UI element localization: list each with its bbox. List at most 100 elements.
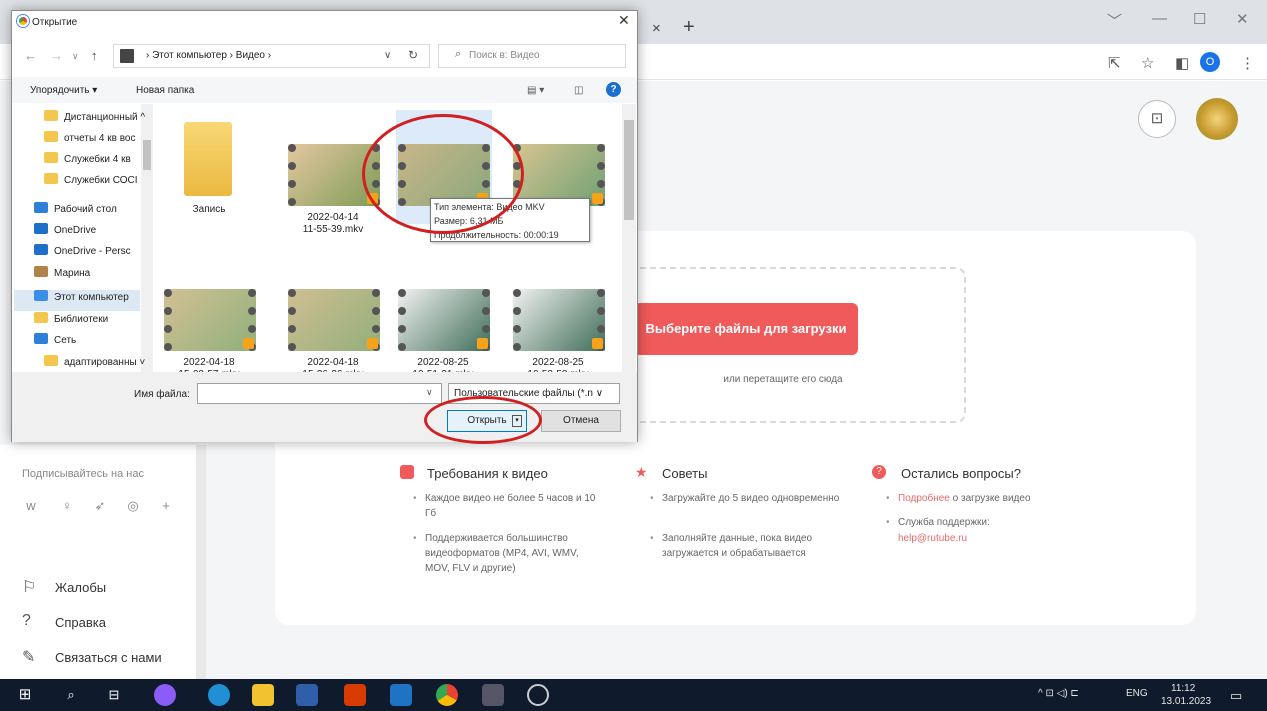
browser-menu-icon[interactable]: ⋮ (1240, 54, 1255, 72)
explorer-icon[interactable] (252, 684, 274, 706)
tab-search-icon[interactable]: ﹀ (1107, 10, 1122, 31)
folder-icon (184, 122, 232, 196)
question-icon: ? (872, 465, 886, 479)
avatar[interactable] (1196, 98, 1238, 140)
maximize-button[interactable]: ☐ (1193, 10, 1206, 28)
tip-item: Загружайте до 5 видео одновременно (650, 491, 842, 506)
forward-arrow-icon[interactable]: → (50, 48, 63, 63)
language-indicator[interactable]: ENG (1126, 688, 1148, 699)
help-icon: ? (22, 612, 31, 629)
subscribe-label: Подписывайтесь на нас (22, 468, 144, 480)
breadcrumb[interactable]: › Этот компьютер › Видео › (146, 50, 271, 61)
menu-help[interactable]: Справка (55, 615, 106, 630)
refresh-icon[interactable]: ↻ (408, 48, 418, 62)
requirements-title: Требования к видео (427, 466, 548, 481)
file-item[interactable]: 2022-04-18 15-36-26.mkv (278, 265, 388, 380)
recent-dropdown-icon[interactable]: ∨ (72, 51, 79, 62)
more-social-icon[interactable]: + (157, 498, 175, 513)
sidebar-item-label: Дистанционный ^ (64, 112, 146, 123)
sidebar-item-label: Служебки СОСІ (64, 175, 138, 186)
sidebar-item-10[interactable]: Сеть (34, 333, 158, 354)
share-icon[interactable]: ⇱ (1108, 54, 1121, 72)
folder-icon (44, 152, 58, 163)
office-icon[interactable] (344, 684, 366, 706)
folder-icon (34, 244, 48, 255)
annotation-circle (362, 114, 524, 234)
mail-icon[interactable] (390, 684, 412, 706)
bookmark-star-icon[interactable]: ☆ (1141, 54, 1154, 72)
sidebar-item-9[interactable]: Библиотеки (34, 312, 158, 333)
sidebar-item-0[interactable]: Дистанционный ^ (44, 110, 168, 131)
more-link[interactable]: Подробнее (898, 493, 950, 504)
sidebar-scrollbar[interactable] (196, 445, 206, 685)
new-tab-button[interactable]: + (683, 16, 695, 39)
folder-icon (34, 333, 48, 344)
chrome-icon[interactable] (436, 684, 458, 706)
file-item[interactable]: 2022-08-25 10-51-31.mkv (388, 265, 498, 380)
back-arrow-icon[interactable]: ← (24, 48, 37, 63)
minimize-button[interactable]: — (1152, 10, 1167, 27)
organize-button[interactable]: Упорядочить ▾ (30, 85, 97, 96)
requirement-item: Поддерживается большинство видеоформатов… (413, 531, 605, 576)
tips-title: Советы (662, 466, 708, 481)
play-badge-icon (243, 338, 254, 349)
file-name: 2022-04-14 11-55-39.mkv (302, 212, 364, 235)
profile-avatar[interactable]: O (1200, 52, 1220, 72)
dialog-close-button[interactable]: ✕ (618, 12, 630, 29)
sidebar-item-label: Сеть (54, 335, 77, 346)
cancel-button[interactable]: Отмена (541, 410, 621, 432)
search-icon[interactable]: ⌕ (60, 684, 82, 706)
tab-close-button[interactable]: × (652, 20, 661, 37)
sidebar-item-1[interactable]: отчеты 4 кв вос (44, 131, 168, 152)
edge-icon[interactable] (208, 684, 230, 706)
sidebar-item-6[interactable]: OneDrive - Persc (34, 244, 158, 265)
task-view-icon[interactable]: ⊟ (103, 684, 125, 706)
obs-icon[interactable] (527, 684, 549, 706)
notifications-icon[interactable]: ▭ (1230, 688, 1242, 704)
up-arrow-icon[interactable]: ↑ (91, 48, 98, 63)
store-icon[interactable] (296, 684, 318, 706)
sidebar-item-5[interactable]: OneDrive (34, 223, 158, 244)
sidebar-item-4[interactable]: Рабочий стол (34, 202, 158, 223)
filename-input[interactable] (197, 383, 442, 404)
vk-icon[interactable]: ᴡ (22, 498, 40, 513)
pen-icon: ✎ (22, 649, 36, 666)
help-icon[interactable]: ? (606, 82, 621, 97)
sidebar-item-label: Библиотеки (54, 314, 109, 325)
side-panel-icon[interactable]: ◧ (1175, 54, 1189, 72)
play-badge-icon (592, 193, 603, 204)
file-item[interactable]: 2022-04-18 15-03-57.mkv (154, 265, 264, 380)
menu-contact[interactable]: Связаться с нами (55, 650, 162, 665)
choose-files-button[interactable]: Выберите файлы для загрузки (634, 303, 858, 355)
alice-icon[interactable] (154, 684, 176, 706)
chrome-icon (17, 15, 29, 27)
chevron-down-icon[interactable]: ∨ (384, 50, 391, 61)
file-item[interactable]: Запись (154, 120, 264, 230)
search-placeholder: Поиск в: Видео (469, 50, 540, 61)
tray-icons[interactable]: ^ ⊡ ◁) ⊏ (1038, 688, 1079, 699)
sidebar-item-7[interactable]: Марина (34, 266, 158, 287)
app-icon[interactable] (482, 684, 504, 706)
sidebar-item-2[interactable]: Служебки 4 кв (44, 152, 168, 173)
sidebar-item-3[interactable]: Служебки СОСІ (44, 173, 168, 194)
close-window-button[interactable]: ✕ (1236, 10, 1249, 28)
start-icon[interactable]: ⊞ (14, 684, 36, 706)
telegram-icon[interactable]: ➶ (91, 498, 109, 514)
clock-date[interactable]: 13.01.2023 (1161, 696, 1211, 707)
view-options-icon[interactable]: ▤ ▾ (527, 85, 544, 96)
annotation-circle (424, 396, 542, 444)
upload-icon[interactable]: ⊡ (1138, 100, 1176, 138)
viber-icon[interactable]: ◎ (124, 498, 142, 514)
new-folder-button[interactable]: Новая папка (136, 85, 194, 96)
support-email-link[interactable]: help@rutube.ru (898, 533, 967, 544)
dialog-title: Открытие (32, 17, 78, 28)
file-item[interactable]: 2022-08-25 10-53-58.mkv (503, 265, 613, 380)
chevron-down-icon[interactable]: ∨ (426, 387, 433, 398)
file-scroll-thumb[interactable] (624, 120, 634, 220)
clock-time[interactable]: 11:12 (1171, 683, 1195, 694)
search-icon: ⌕ (455, 48, 462, 60)
preview-pane-icon[interactable]: ◫ (574, 85, 583, 96)
menu-complaints[interactable]: Жалобы (55, 580, 106, 595)
sidebar-item-8[interactable]: Этот компьютер (34, 290, 158, 311)
ok-icon[interactable]: ♀ (58, 498, 76, 513)
